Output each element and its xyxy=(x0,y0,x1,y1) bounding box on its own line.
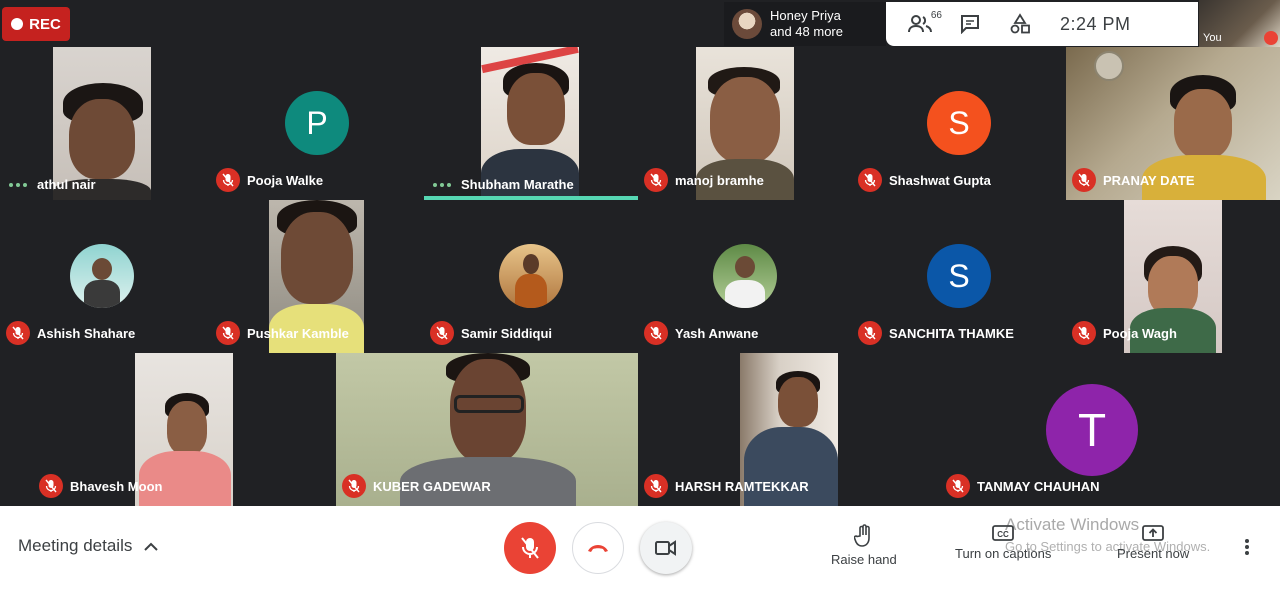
chat-button[interactable] xyxy=(954,8,986,40)
participant-tile[interactable]: HARSH RAMTEKKAR xyxy=(638,353,940,506)
mic-off-icon xyxy=(342,474,366,498)
avatar: S xyxy=(927,244,991,308)
end-call-icon xyxy=(588,545,608,552)
mic-off-icon xyxy=(858,168,882,192)
participant-tile[interactable]: manoj bramhe xyxy=(638,47,852,200)
avatar xyxy=(713,244,777,308)
participant-tile[interactable]: Samir Siddiqui xyxy=(424,200,638,353)
participant-tile[interactable]: Bhavesh Moon xyxy=(33,353,336,506)
avatar xyxy=(499,244,563,308)
svg-text:CC: CC xyxy=(997,530,1009,539)
presence-line-2: and 48 more xyxy=(770,24,843,39)
participant-name-label: Pooja Wagh xyxy=(1072,321,1177,345)
mic-off-icon xyxy=(1072,168,1096,192)
participant-name-label: TANMAY CHAUHAN xyxy=(946,474,1100,498)
mic-off-icon xyxy=(430,321,454,345)
audio-level-icon xyxy=(430,178,454,192)
mic-off-icon xyxy=(644,321,668,345)
people-count: 66 xyxy=(930,10,942,21)
raise-hand-button[interactable]: Raise hand xyxy=(831,524,897,567)
mic-off-icon xyxy=(1072,321,1096,345)
participant-name-label: Yash Anwane xyxy=(644,321,758,345)
mic-off-icon xyxy=(521,537,539,559)
self-label: You xyxy=(1203,32,1222,44)
participant-tile[interactable]: Ashish Shahare xyxy=(0,200,210,353)
leave-call-button[interactable] xyxy=(572,522,624,574)
recording-label: REC xyxy=(29,15,61,33)
meeting-details-button[interactable]: Meeting details xyxy=(18,536,159,556)
participant-tile[interactable]: S Shashwat Gupta xyxy=(852,47,1066,200)
camera-toggle-button[interactable] xyxy=(640,522,692,574)
activities-button[interactable] xyxy=(1004,8,1036,40)
mic-off-icon xyxy=(39,474,63,498)
meeting-details-label: Meeting details xyxy=(18,536,133,555)
present-screen-icon xyxy=(1142,525,1165,541)
presence-line-1: Honey Priya xyxy=(770,8,841,23)
meeting-clock: 2:24 PM xyxy=(1060,13,1131,34)
people-icon xyxy=(908,15,932,33)
avatar: P xyxy=(285,91,349,155)
participant-tile[interactable]: T TANMAY CHAUHAN xyxy=(940,353,1243,506)
present-now-label: Present now xyxy=(1117,546,1190,561)
self-view-tile[interactable]: You xyxy=(1199,0,1280,47)
activities-icon xyxy=(1010,13,1030,34)
participant-tile[interactable]: P Pooja Walke xyxy=(210,47,424,200)
avatar: S xyxy=(927,91,991,155)
captions-icon: CC xyxy=(992,525,1015,541)
participant-name-label: manoj bramhe xyxy=(644,168,764,192)
mic-off-icon xyxy=(216,321,240,345)
record-dot-icon xyxy=(11,18,24,30)
hand-icon xyxy=(853,524,870,547)
participant-name-label: Shubham Marathe xyxy=(430,177,574,192)
participant-name-label: athul nair xyxy=(6,177,96,192)
mic-off-icon xyxy=(6,321,30,345)
microphone-toggle-button[interactable] xyxy=(504,522,556,574)
people-button[interactable]: 66 xyxy=(904,8,942,40)
chat-icon xyxy=(961,15,979,34)
mic-off-icon xyxy=(216,168,240,192)
avatar xyxy=(70,244,134,308)
participant-name-label: SANCHITA THAMKE xyxy=(858,321,1014,345)
participant-name-label: Bhavesh Moon xyxy=(39,474,162,498)
meet-window: REC Honey Priya and 48 more 66 2:24 PM Y… xyxy=(0,0,1280,589)
more-options-button[interactable] xyxy=(1244,538,1250,561)
participant-tile[interactable]: Yash Anwane xyxy=(638,200,852,353)
participant-tile[interactable]: KUBER GADEWAR xyxy=(336,353,638,506)
participant-tile[interactable]: Pooja Wagh xyxy=(1066,200,1280,353)
participant-name-label: PRANAY DATE xyxy=(1072,168,1195,192)
mic-off-icon xyxy=(946,474,970,498)
participant-tile[interactable]: athul nair xyxy=(0,47,210,200)
mic-off-icon xyxy=(1264,31,1278,45)
recording-indicator: REC xyxy=(2,7,70,41)
participant-tile[interactable]: PRANAY DATE xyxy=(1066,47,1280,200)
bottom-control-bar: Meeting details Activate Windows Go to S… xyxy=(0,506,1280,589)
more-vert-icon xyxy=(1245,539,1249,555)
participant-name-label: Samir Siddiqui xyxy=(430,321,552,345)
top-right-toolbar: 66 2:24 PM xyxy=(886,2,1198,46)
participant-tile[interactable]: S SANCHITA THAMKE xyxy=(852,200,1066,353)
participant-tile[interactable]: Shubham Marathe xyxy=(424,47,638,200)
captions-button[interactable]: CC Turn on captions xyxy=(955,524,1051,561)
raise-hand-label: Raise hand xyxy=(831,552,897,567)
presence-avatar xyxy=(732,9,762,39)
mic-off-icon xyxy=(644,474,668,498)
participant-name-label: Pooja Walke xyxy=(216,168,323,192)
present-now-button[interactable]: Present now xyxy=(1117,524,1189,561)
participant-name-label: HARSH RAMTEKKAR xyxy=(644,474,809,498)
avatar: T xyxy=(1046,384,1138,476)
participant-name-label: KUBER GADEWAR xyxy=(342,474,491,498)
chevron-up-icon xyxy=(144,542,159,551)
mic-off-icon xyxy=(858,321,882,345)
participant-name-label: Shashwat Gupta xyxy=(858,168,991,192)
participant-name-label: Pushkar Kamble xyxy=(216,321,349,345)
captions-label: Turn on captions xyxy=(955,546,1052,561)
camera-icon xyxy=(655,540,676,556)
audio-level-icon xyxy=(6,178,30,192)
presence-indicator[interactable]: Honey Priya and 48 more xyxy=(724,2,886,46)
mic-off-icon xyxy=(644,168,668,192)
participant-name-label: Ashish Shahare xyxy=(6,321,135,345)
participant-tile[interactable]: Pushkar Kamble xyxy=(210,200,424,353)
